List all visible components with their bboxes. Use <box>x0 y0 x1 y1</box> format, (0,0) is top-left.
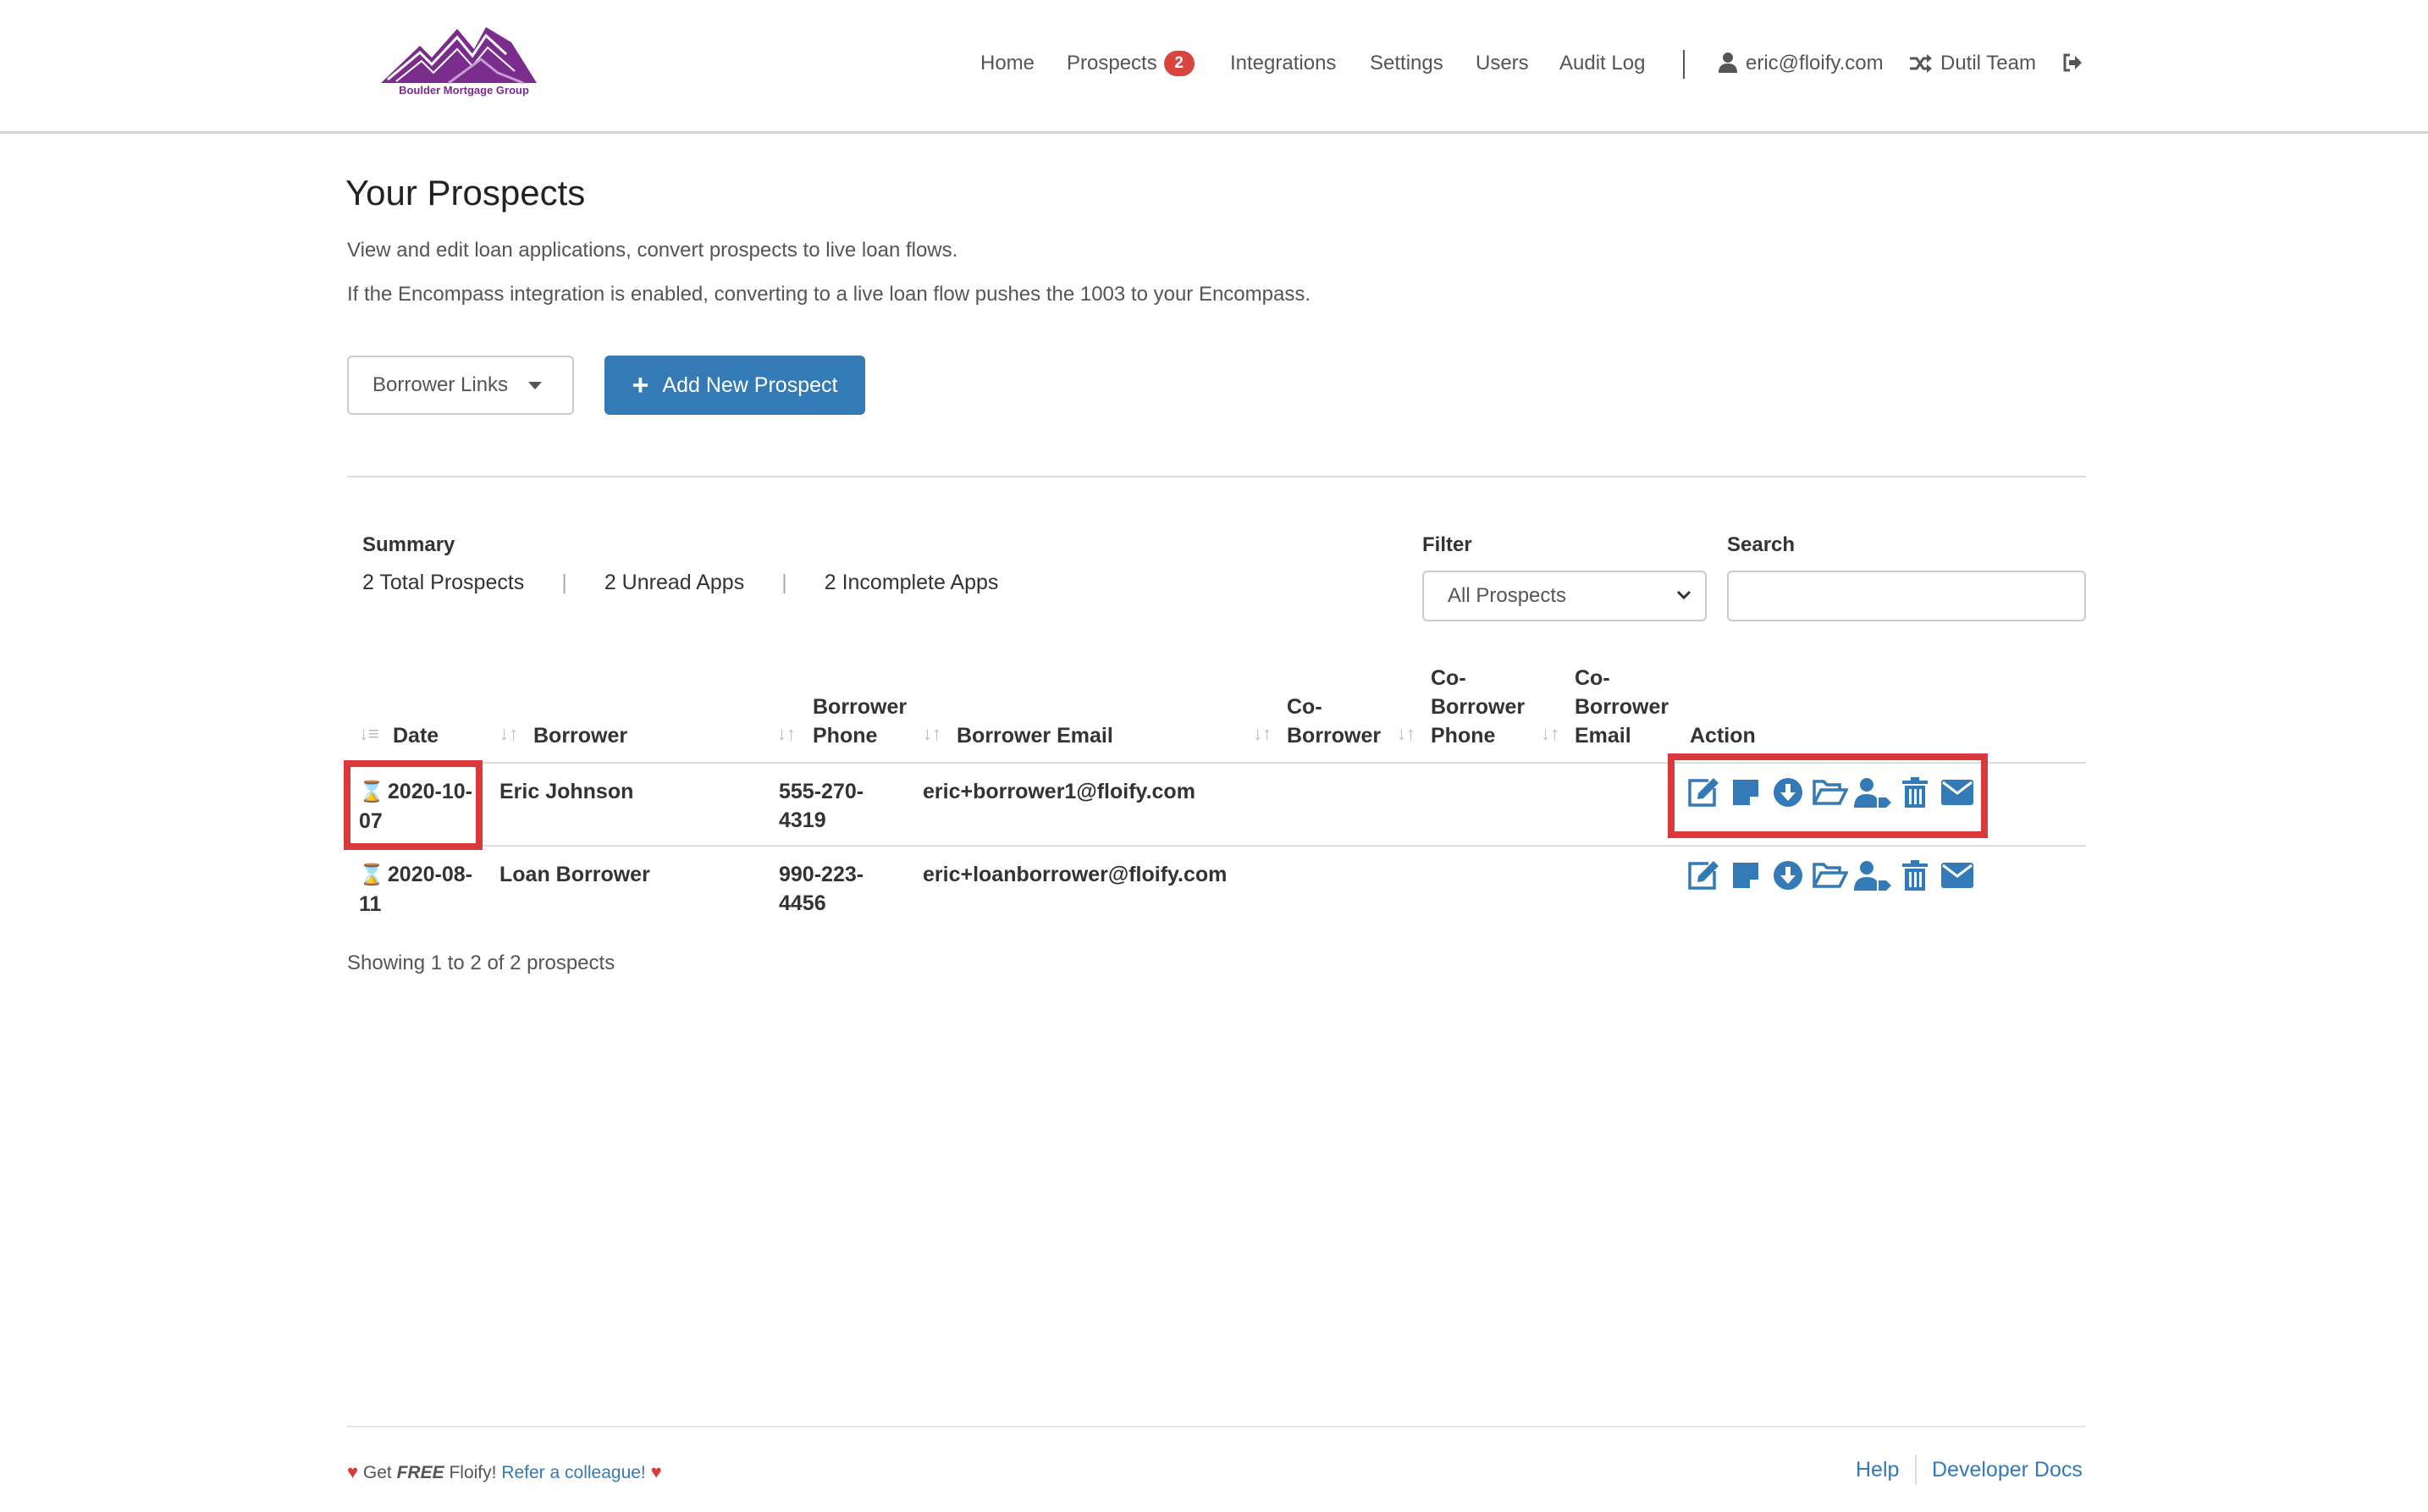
main-nav: Home Prospects 2 Integrations Settings Us… <box>0 47 2428 80</box>
referral-promo: ♥ Get FREE Floify! Refer a colleague! ♥ <box>347 1461 662 1482</box>
prospects-count-badge: 2 <box>1163 51 1195 76</box>
edit-icon[interactable] <box>1685 858 1722 892</box>
sort-icon[interactable]: ↓↑ <box>1253 723 1272 745</box>
brand-name: Boulder Mortgage Group <box>399 84 529 97</box>
row-borrower-email: eric+borrower1@floify.com <box>923 780 1195 803</box>
envelope-icon[interactable] <box>1939 858 1976 892</box>
nav-audit-log[interactable]: Audit Log <box>1559 47 1645 80</box>
nav-home[interactable]: Home <box>980 47 1035 80</box>
logout-button[interactable] <box>2062 47 2083 80</box>
footer-divider <box>347 1426 2086 1427</box>
user-icon <box>1719 52 1737 73</box>
summary-label: Summary <box>362 533 455 556</box>
trash-icon[interactable] <box>1896 858 1934 892</box>
hourglass-icon: ⌛ <box>359 864 384 886</box>
heart-icon: ♥ <box>347 1461 359 1482</box>
search-label: Search <box>1727 533 1796 556</box>
add-new-prospect-label: Add New Prospect <box>662 372 838 397</box>
filter-label: Filter <box>1422 533 1472 556</box>
col-header-borrower[interactable]: Borrower <box>533 721 627 750</box>
nav-divider <box>1683 50 1685 79</box>
borrower-links-label: Borrower Links <box>372 373 509 396</box>
nav-prospects[interactable]: Prospects 2 <box>1067 47 1195 80</box>
sort-icon[interactable]: ↓↑ <box>923 723 941 745</box>
row-date: ⌛ 2020-08- 11 <box>359 863 472 916</box>
row-actions <box>1685 858 1976 892</box>
nav-integrations[interactable]: Integrations <box>1230 47 1336 80</box>
date-highlight-box <box>344 760 483 850</box>
filter-select[interactable]: All Prospects <box>1422 571 1707 621</box>
encompass-note: If the Encompass integration is enabled,… <box>347 283 1311 306</box>
col-header-cophone[interactable]: Co- Borrower Phone <box>1431 664 1525 750</box>
team-name: Dutil Team <box>1940 52 2036 74</box>
unread-apps: 2 Unread Apps <box>604 571 745 594</box>
refer-colleague-link[interactable]: Refer a colleague! <box>501 1463 645 1482</box>
row-borrower-email: eric+loanborrower@floify.com <box>923 863 1228 886</box>
nav-users[interactable]: Users <box>1476 47 1529 80</box>
page-title: Your Prospects <box>345 173 586 212</box>
borrower-links-dropdown[interactable]: Borrower Links <box>347 356 574 415</box>
sort-desc-icon[interactable]: ↓≡ <box>359 723 379 745</box>
col-header-coemail[interactable]: Co- Borrower Email <box>1575 664 1669 750</box>
developer-docs-link[interactable]: Developer Docs <box>1932 1458 2083 1482</box>
col-header-date[interactable]: Date <box>393 721 439 750</box>
row-borrower-phone: 555-270- 4319 <box>779 780 864 832</box>
incomplete-apps: 2 Incomplete Apps <box>824 571 999 594</box>
sort-icon[interactable]: ↓↑ <box>499 723 518 745</box>
sort-icon[interactable]: ↓↑ <box>1397 723 1415 745</box>
row-borrower-phone: 990-223- 4456 <box>779 863 864 915</box>
col-header-phone[interactable]: Borrower Phone <box>813 693 907 750</box>
help-link[interactable]: Help <box>1856 1458 1899 1482</box>
col-header-email[interactable]: Borrower Email <box>957 721 1113 750</box>
download-icon[interactable] <box>1769 858 1807 892</box>
nav-settings[interactable]: Settings <box>1370 47 1443 80</box>
summary-stats: 2 Total Prospects | 2 Unread Apps | 2 Incomp… <box>362 571 999 594</box>
sticky-note-icon[interactable] <box>1727 858 1764 892</box>
user-email: eric@floify.com <box>1746 52 1884 74</box>
col-header-coborrower[interactable]: Co- Borrower <box>1287 693 1381 750</box>
heart-icon: ♥ <box>650 1461 662 1482</box>
total-prospects: 2 Total Prospects <box>362 571 525 594</box>
plus-icon: + <box>632 369 649 401</box>
add-new-prospect-button[interactable]: + Add New Prospect <box>604 356 865 415</box>
nav-user-account[interactable]: eric@floify.com <box>1719 47 1884 80</box>
top-navbar: Boulder Mortgage Group Home Prospects 2 I… <box>0 0 2428 134</box>
nav-prospects-label: Prospects <box>1067 52 1157 74</box>
row-borrower-name: Eric Johnson <box>499 780 634 803</box>
footer-separator <box>1915 1454 1917 1485</box>
actions-highlight-box <box>1668 753 1988 838</box>
search-input[interactable] <box>1727 571 2086 621</box>
pagination-info: Showing 1 to 2 of 2 prospects <box>347 952 615 974</box>
section-divider <box>347 476 2086 477</box>
user-tag-icon[interactable] <box>1854 858 1891 892</box>
sort-icon[interactable]: ↓↑ <box>777 723 796 745</box>
row-border <box>347 845 2086 847</box>
sign-out-icon <box>2063 53 2082 72</box>
random-icon <box>1910 54 1932 73</box>
caret-down-icon <box>528 381 543 389</box>
chevron-down-icon <box>1676 590 1691 600</box>
filter-selected-value: All Prospects <box>1448 584 1567 607</box>
sort-icon[interactable]: ↓↑ <box>1541 723 1559 745</box>
row-borrower-name: Loan Borrower <box>499 863 650 886</box>
page-description: View and edit loan applications, convert… <box>347 239 958 262</box>
nav-switch-team[interactable]: Dutil Team <box>1910 47 2036 80</box>
col-header-action: Action <box>1690 724 1756 748</box>
folder-open-icon[interactable] <box>1812 858 1849 892</box>
